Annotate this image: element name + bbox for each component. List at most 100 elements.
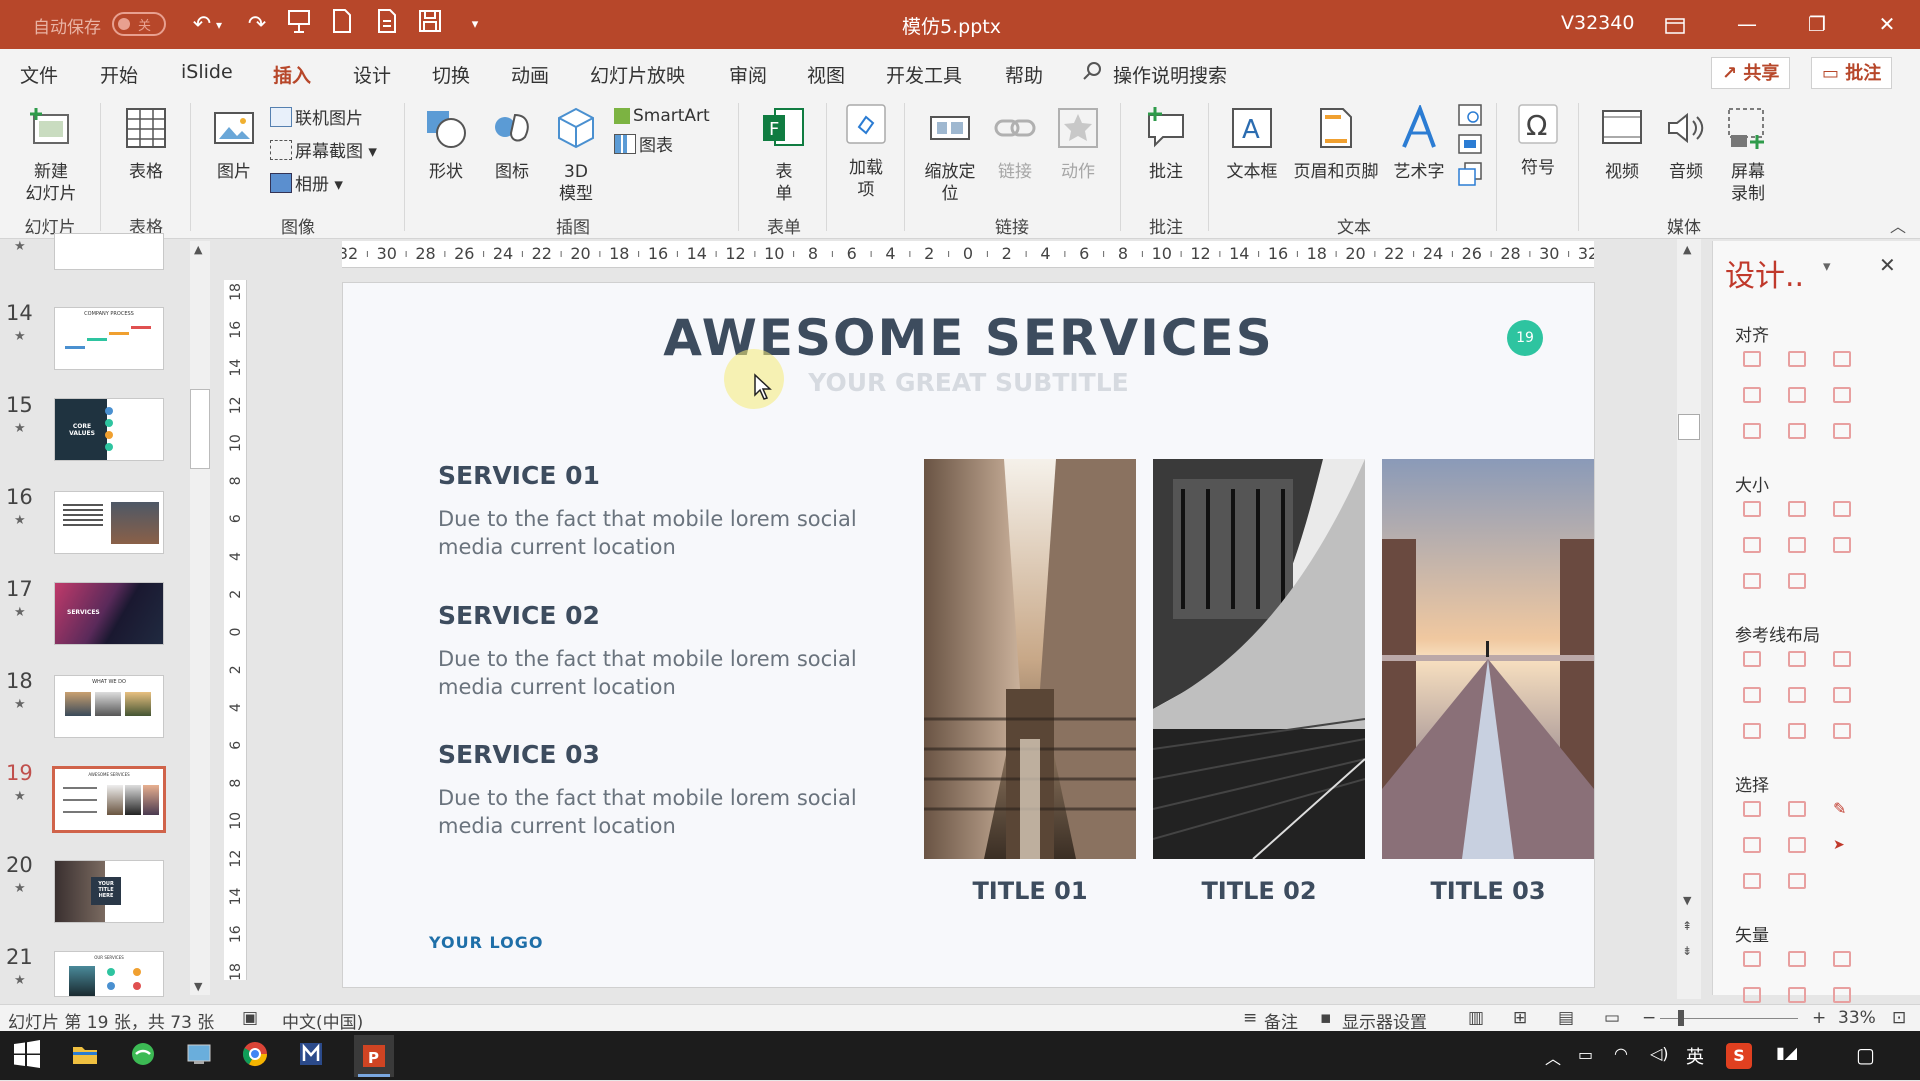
battery-icon[interactable]: ▭: [1578, 1045, 1593, 1064]
app-tray-icon[interactable]: ▮◢: [1776, 1043, 1797, 1062]
ime-indicator[interactable]: 英: [1686, 1043, 1704, 1069]
slideshow-icon[interactable]: ▭: [1604, 1008, 1620, 1028]
table-button[interactable]: 表格: [118, 105, 174, 183]
service-body[interactable]: Due to the fact that mobile lorem social…: [438, 505, 858, 561]
reading-view-icon[interactable]: ▤: [1558, 1008, 1574, 1028]
size-tool-icon[interactable]: [1833, 501, 1851, 517]
minimize-icon[interactable]: —: [1712, 0, 1782, 49]
user-name[interactable]: V32340: [1561, 12, 1634, 34]
undo-dropdown-icon[interactable]: ▾: [212, 8, 226, 42]
zoom-button[interactable]: 缩放定 位: [918, 105, 982, 205]
guide-tool-icon[interactable]: [1833, 687, 1851, 703]
language-indicator[interactable]: 中文(中国): [282, 1008, 363, 1033]
service-body[interactable]: Due to the fact that mobile lorem social…: [438, 645, 858, 701]
slide-thumbnail-selected[interactable]: AWESOME SERVICES: [52, 766, 166, 833]
service-title[interactable]: SERVICE 01: [438, 461, 600, 490]
building-photo-2[interactable]: [1152, 459, 1366, 860]
thumbnail-scrollbar[interactable]: ▲ ▼: [190, 241, 210, 995]
vector-tool-icon[interactable]: [1833, 951, 1851, 967]
tab-transitions[interactable]: 切换: [432, 61, 470, 88]
next-slide-icon[interactable]: ⇟: [1682, 944, 1692, 958]
select-tool-icon[interactable]: [1788, 801, 1806, 817]
autosave-toggle[interactable]: 关: [112, 12, 166, 36]
align-tool-icon[interactable]: [1743, 423, 1761, 439]
slide-thumbnail[interactable]: COMPANY PROCESS: [54, 307, 164, 370]
photo-title[interactable]: TITLE 03: [1382, 877, 1594, 905]
guide-tool-icon[interactable]: [1743, 651, 1761, 667]
tab-slideshow[interactable]: 幻灯片放映: [590, 61, 685, 88]
scroll-down-icon[interactable]: ▼: [1683, 894, 1691, 907]
file-explorer-icon[interactable]: [70, 1039, 104, 1073]
slide-thumbnail[interactable]: SERVICES: [54, 582, 164, 645]
guide-tool-icon[interactable]: [1743, 687, 1761, 703]
size-tool-icon[interactable]: [1788, 537, 1806, 553]
online-picture-button[interactable]: 联机图片: [270, 106, 363, 132]
chart-button[interactable]: 图表: [614, 133, 673, 159]
date-time-button[interactable]: [1456, 101, 1484, 133]
symbol-button[interactable]: Ω 符号: [1512, 101, 1564, 179]
select-tool-icon[interactable]: ✎: [1833, 801, 1851, 817]
app-window-icon[interactable]: [184, 1039, 218, 1073]
new-slide-button[interactable]: 新建 幻灯片: [18, 105, 84, 205]
tell-me-search[interactable]: 操作说明搜索: [1113, 61, 1227, 88]
zoom-level[interactable]: 33%: [1838, 1008, 1876, 1028]
logo-placeholder[interactable]: YOUR LOGO: [429, 933, 543, 952]
action-button[interactable]: 动作: [1050, 105, 1106, 183]
photo-title[interactable]: TITLE 01: [924, 877, 1136, 905]
tab-developer[interactable]: 开发工具: [886, 61, 962, 88]
icons-button[interactable]: 图标: [484, 105, 540, 183]
slide-subtitle[interactable]: YOUR GREAT SUBTITLE: [343, 368, 1594, 397]
album-button[interactable]: 相册 ▾: [270, 172, 343, 198]
show-hidden-icons[interactable]: ︿: [1545, 1045, 1561, 1069]
app-blue-icon[interactable]: [296, 1039, 330, 1073]
tab-help[interactable]: 帮助: [1005, 61, 1043, 88]
smartart-button[interactable]: SmartArt: [614, 103, 710, 129]
previous-slide-icon[interactable]: ⇞: [1682, 919, 1692, 933]
redo-icon[interactable]: ↷: [240, 8, 274, 42]
service-body[interactable]: Due to the fact that mobile lorem social…: [438, 784, 858, 840]
powerpoint-taskbar-icon[interactable]: P: [354, 1035, 394, 1077]
fit-slide-icon[interactable]: ⊡: [1892, 1008, 1906, 1028]
slide-canvas[interactable]: AWESOME SERVICES YOUR GREAT SUBTITLE 19 …: [342, 282, 1595, 988]
spelling-icon[interactable]: ▣: [242, 1008, 258, 1028]
windows-start-icon[interactable]: [12, 1039, 46, 1073]
insert-comment-button[interactable]: 批注: [1138, 105, 1194, 183]
tab-file[interactable]: 文件: [20, 61, 58, 88]
scrollbar-thumb[interactable]: [190, 389, 210, 469]
tab-view[interactable]: 视图: [807, 61, 845, 88]
tab-review[interactable]: 审阅: [729, 61, 767, 88]
guide-tool-icon[interactable]: [1833, 651, 1851, 667]
share-button[interactable]: ↗ 共享: [1711, 57, 1791, 89]
zoom-out-icon[interactable]: −: [1642, 1008, 1656, 1028]
scroll-up-icon[interactable]: ▲: [1683, 243, 1691, 256]
tab-islide[interactable]: iSlide: [181, 61, 233, 83]
tab-insert[interactable]: 插入: [273, 61, 312, 97]
slide-thumbnail-partial[interactable]: [54, 233, 164, 270]
save-icon[interactable]: [413, 8, 447, 42]
align-tool-icon[interactable]: [1833, 351, 1851, 367]
select-tool-icon[interactable]: [1743, 873, 1761, 889]
tab-design[interactable]: 设计: [353, 61, 391, 88]
building-photo-1[interactable]: [924, 459, 1136, 859]
select-tool-icon[interactable]: [1743, 801, 1761, 817]
size-tool-icon[interactable]: [1788, 573, 1806, 589]
vector-tool-icon[interactable]: [1833, 987, 1851, 1003]
select-tool-icon[interactable]: [1788, 837, 1806, 853]
search-icon[interactable]: [1082, 61, 1102, 86]
photo-title[interactable]: TITLE 02: [1153, 877, 1365, 905]
slide-thumbnail[interactable]: [54, 491, 164, 554]
guide-tool-icon[interactable]: [1833, 723, 1851, 739]
service-title[interactable]: SERVICE 03: [438, 740, 600, 769]
tab-animations[interactable]: 动画: [511, 61, 549, 88]
wordart-button[interactable]: 艺术字: [1391, 103, 1447, 183]
align-tool-icon[interactable]: [1743, 351, 1761, 367]
vector-tool-icon[interactable]: [1788, 987, 1806, 1003]
vector-tool-icon[interactable]: [1743, 951, 1761, 967]
addins-button[interactable]: 加载 项: [838, 101, 894, 201]
size-tool-icon[interactable]: [1788, 501, 1806, 517]
restore-icon[interactable]: ❐: [1782, 0, 1852, 49]
display-settings-button[interactable]: 显示器设置: [1342, 1008, 1427, 1033]
close-icon[interactable]: ✕: [1852, 0, 1920, 49]
notes-button[interactable]: 备注: [1264, 1008, 1298, 1033]
slide-title[interactable]: AWESOME SERVICES: [343, 309, 1594, 367]
